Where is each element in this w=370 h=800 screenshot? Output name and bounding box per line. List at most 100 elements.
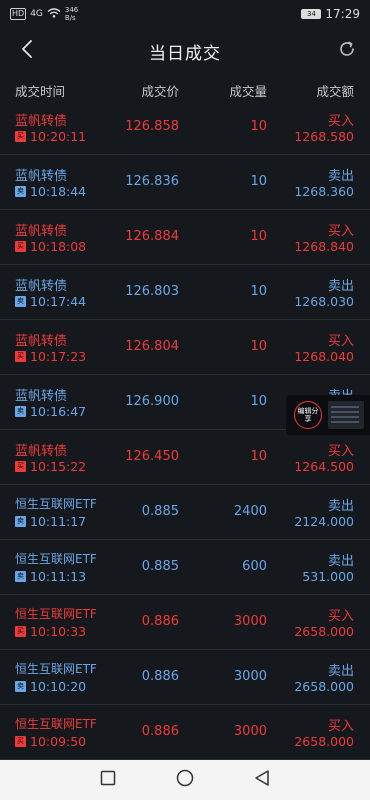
trade-volume: 600 — [242, 559, 267, 574]
trade-side-badge: 买 — [15, 131, 26, 142]
trade-side-badge: 买 — [15, 626, 26, 637]
trade-volume: 3000 — [233, 614, 267, 629]
trade-time-group: 买 10:20:11 — [15, 129, 86, 144]
trade-row[interactable]: 蓝帆转债卖 10:18:44 126.836 10 卖出 1268.360 — [0, 155, 370, 210]
trade-price: 126.900 — [125, 394, 179, 409]
security-name: 恒生互联网ETF — [15, 497, 97, 511]
trade-row[interactable]: 蓝帆转债卖 10:17:44 126.803 10 卖出 1268.030 — [0, 265, 370, 320]
trade-side-badge: 买 — [15, 241, 26, 252]
signal-indicator: 4G — [30, 9, 43, 19]
trade-side-badge: 卖 — [15, 516, 26, 527]
trade-volume: 2400 — [233, 504, 267, 519]
trade-side: 卖出 — [327, 554, 354, 569]
trade-side-badge: 卖 — [15, 296, 26, 307]
back-button[interactable] — [14, 38, 40, 64]
trade-volume: 10 — [250, 229, 267, 244]
trade-volume: 3000 — [233, 724, 267, 739]
trade-amount: 1268.030 — [294, 294, 354, 309]
trade-time-group: 卖 10:18:44 — [15, 184, 86, 199]
trade-amount: 1264.500 — [294, 459, 354, 474]
trade-time: 10:11:17 — [30, 514, 87, 529]
page-title: 当日成交 — [149, 43, 221, 64]
column-headers: 成交时间 成交价 成交量 成交额 — [0, 74, 370, 102]
trade-time-group: 卖 10:17:44 — [15, 294, 86, 309]
nav-back-button[interactable] — [247, 765, 277, 795]
trade-row[interactable]: 恒生互联网ETF 卖 10:10:20 0.886 3000 卖出 2658.000 — [0, 650, 370, 705]
trade-price: 126.804 — [125, 339, 179, 354]
net-speed: 346 B/s — [65, 6, 78, 22]
status-right: 34 17:29 — [301, 7, 360, 21]
security-name: 恒生互联网ETF — [15, 552, 97, 566]
trade-row[interactable]: 蓝帆转债买 10:15:22 126.450 10 买入 1264.500 — [0, 430, 370, 485]
net-speed-value: 346 — [64, 6, 79, 14]
trade-side: 买入 — [327, 609, 354, 624]
trade-time: 10:11:13 — [30, 569, 87, 584]
trade-row[interactable]: 恒生互联网ETF 买 10:09:50 0.886 3000 买入 2658.000 — [0, 705, 370, 760]
chevron-left-icon — [21, 39, 33, 63]
net-speed-unit: B/s — [64, 14, 76, 22]
trade-volume: 10 — [250, 119, 267, 134]
trade-time: 10:18:44 — [30, 184, 87, 199]
trade-side: 买入 — [327, 114, 354, 129]
trade-side: 买入 — [327, 719, 354, 734]
trade-amount: 2658.000 — [294, 734, 354, 749]
trade-amount: 1268.040 — [294, 349, 354, 364]
trade-volume: 10 — [250, 174, 267, 189]
trade-time-group: 卖 10:10:20 — [15, 679, 86, 694]
column-header-price: 成交价 — [141, 84, 179, 99]
trade-row[interactable]: 蓝帆转债买 10:17:23 126.804 10 买入 1268.040 — [0, 320, 370, 375]
screenshot-thumbnail[interactable] — [328, 401, 364, 429]
status-bar: HD 4G 346 B/s 34 17:29 — [0, 0, 370, 28]
hd-indicator: HD — [10, 8, 27, 20]
refresh-button[interactable] — [334, 38, 360, 64]
refresh-icon — [338, 40, 356, 62]
home-button[interactable] — [170, 765, 200, 795]
trade-price: 126.836 — [125, 174, 179, 189]
trade-side: 买入 — [327, 224, 354, 239]
triangle-back-icon — [254, 769, 270, 791]
edit-share-button[interactable]: 编辑分享 — [294, 401, 322, 429]
trade-price: 0.886 — [141, 669, 179, 684]
column-header-volume: 成交量 — [229, 84, 267, 99]
security-name: 蓝帆转债 — [15, 279, 68, 294]
trade-amount: 2124.000 — [294, 514, 354, 529]
security-name: 蓝帆转债 — [15, 444, 68, 459]
trade-side-badge: 卖 — [15, 406, 26, 417]
trade-amount: 1268.840 — [294, 239, 354, 254]
trade-amount: 1268.360 — [294, 184, 354, 199]
trade-time: 10:10:20 — [30, 679, 87, 694]
trade-row[interactable]: 蓝帆转债买 10:20:11 126.858 10 买入 1268.580 — [0, 100, 370, 155]
trade-time: 10:17:23 — [30, 349, 87, 364]
trade-price: 126.884 — [125, 229, 179, 244]
recents-button[interactable] — [93, 765, 123, 795]
trade-row[interactable]: 恒生互联网ETF 买 10:10:33 0.886 3000 买入 2658.000 — [0, 595, 370, 650]
trade-row[interactable]: 恒生互联网ETF 卖 10:11:17 0.885 2400 卖出 2124.000 — [0, 485, 370, 540]
trade-side-badge: 卖 — [15, 571, 26, 582]
security-name: 恒生互联网ETF — [15, 662, 97, 676]
trade-side-badge: 买 — [15, 351, 26, 362]
system-nav-bar — [0, 760, 370, 800]
page-header: 当日成交 — [0, 30, 370, 72]
trade-time-group: 卖 10:11:13 — [15, 569, 86, 584]
trade-row[interactable]: 恒生互联网ETF 卖 10:11:13 0.885 600 卖出 531.000 — [0, 540, 370, 595]
trade-volume: 10 — [250, 394, 267, 409]
wifi-icon — [47, 7, 61, 21]
trade-time-group: 买 10:15:22 — [15, 459, 86, 474]
trade-volume: 10 — [250, 339, 267, 354]
trade-row[interactable]: 蓝帆转债买 10:18:08 126.884 10 买入 1268.840 — [0, 210, 370, 265]
trade-amount: 1268.580 — [294, 129, 354, 144]
circle-icon — [176, 769, 194, 791]
trade-volume: 10 — [250, 284, 267, 299]
trade-amount: 2658.000 — [294, 679, 354, 694]
trade-time-group: 买 10:09:50 — [15, 734, 86, 749]
security-name: 恒生互联网ETF — [15, 607, 97, 621]
trade-side-badge: 卖 — [15, 186, 26, 197]
square-icon — [100, 770, 116, 790]
trade-price: 126.803 — [125, 284, 179, 299]
trade-side-badge: 卖 — [15, 681, 26, 692]
security-name: 蓝帆转债 — [15, 389, 68, 404]
edit-share-widget[interactable]: 编辑分享 — [286, 395, 370, 435]
status-left: HD 4G 346 B/s — [10, 6, 78, 22]
trade-time: 10:20:11 — [30, 129, 87, 144]
trade-price: 0.885 — [141, 559, 179, 574]
